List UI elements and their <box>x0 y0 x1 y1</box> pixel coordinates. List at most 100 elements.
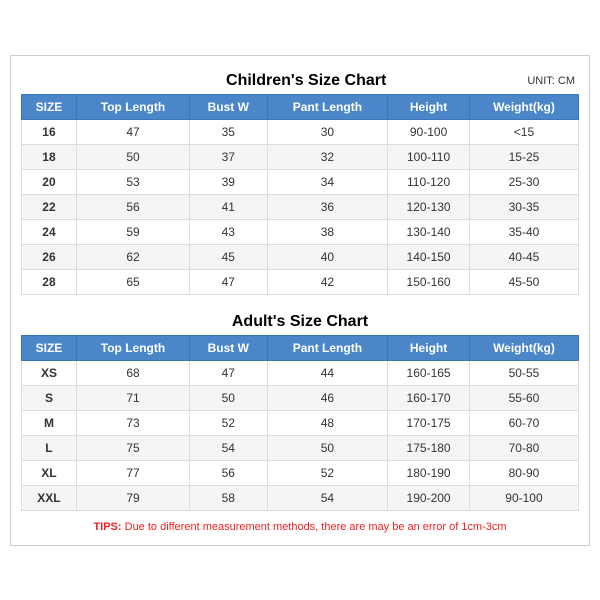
table-cell: 73 <box>76 410 189 435</box>
tips-text: Due to different measurement methods, th… <box>122 521 507 533</box>
unit-label: UNIT: CM <box>527 75 575 87</box>
table-cell: 100-110 <box>388 144 470 169</box>
table-row: M735248170-17560-70 <box>22 410 579 435</box>
table-cell: 77 <box>76 460 189 485</box>
table-row: S715046160-17055-60 <box>22 385 579 410</box>
table-cell: 60-70 <box>469 410 578 435</box>
table-cell: 71 <box>76 385 189 410</box>
adult-col-header: Height <box>388 335 470 360</box>
table-row: 22564136120-13030-35 <box>22 194 579 219</box>
table-cell: 55-60 <box>469 385 578 410</box>
table-cell: 44 <box>267 360 388 385</box>
table-cell: 80-90 <box>469 460 578 485</box>
adult-col-header: Bust W <box>190 335 268 360</box>
table-cell: 54 <box>190 435 268 460</box>
table-cell: 130-140 <box>388 219 470 244</box>
table-cell: 16 <box>22 119 77 144</box>
children-col-header: Pant Length <box>267 94 388 119</box>
table-cell: 47 <box>190 269 268 294</box>
table-cell: 68 <box>76 360 189 385</box>
adult-header-row: SIZETop LengthBust WPant LengthHeightWei… <box>22 335 579 360</box>
table-cell: 65 <box>76 269 189 294</box>
table-cell: <15 <box>469 119 578 144</box>
table-cell: 22 <box>22 194 77 219</box>
table-row: 26624540140-15040-45 <box>22 244 579 269</box>
table-cell: 28 <box>22 269 77 294</box>
table-row: 20533934110-12025-30 <box>22 169 579 194</box>
table-cell: 180-190 <box>388 460 470 485</box>
adult-title-row: Adult's Size Chart <box>21 307 579 335</box>
table-cell: 160-165 <box>388 360 470 385</box>
children-col-header: SIZE <box>22 94 77 119</box>
table-cell: 32 <box>267 144 388 169</box>
table-cell: XL <box>22 460 77 485</box>
table-cell: M <box>22 410 77 435</box>
table-cell: 39 <box>190 169 268 194</box>
table-cell: 38 <box>267 219 388 244</box>
table-cell: 30 <box>267 119 388 144</box>
table-cell: 50 <box>190 385 268 410</box>
table-cell: XS <box>22 360 77 385</box>
children-col-header: Height <box>388 94 470 119</box>
table-cell: 42 <box>267 269 388 294</box>
table-cell: 56 <box>76 194 189 219</box>
table-cell: 43 <box>190 219 268 244</box>
table-cell: 20 <box>22 169 77 194</box>
table-cell: 160-170 <box>388 385 470 410</box>
table-cell: 52 <box>190 410 268 435</box>
table-cell: 175-180 <box>388 435 470 460</box>
table-cell: 140-150 <box>388 244 470 269</box>
table-cell: 48 <box>267 410 388 435</box>
table-row: L755450175-18070-80 <box>22 435 579 460</box>
children-title-row: Children's Size Chart UNIT: CM <box>21 66 579 94</box>
adult-col-header: SIZE <box>22 335 77 360</box>
table-cell: 46 <box>267 385 388 410</box>
table-cell: L <box>22 435 77 460</box>
table-cell: 45-50 <box>469 269 578 294</box>
tips-row: TIPS: Due to different measurement metho… <box>21 515 579 535</box>
adult-col-header: Top Length <box>76 335 189 360</box>
table-cell: 36 <box>267 194 388 219</box>
table-row: XL775652180-19080-90 <box>22 460 579 485</box>
adult-size-table: SIZETop LengthBust WPant LengthHeightWei… <box>21 335 579 511</box>
table-cell: 40-45 <box>469 244 578 269</box>
table-cell: 75 <box>76 435 189 460</box>
children-col-header: Weight(kg) <box>469 94 578 119</box>
table-cell: 50-55 <box>469 360 578 385</box>
table-cell: 190-200 <box>388 485 470 510</box>
table-row: XS684744160-16550-55 <box>22 360 579 385</box>
table-cell: 34 <box>267 169 388 194</box>
table-cell: 47 <box>190 360 268 385</box>
tips-label: TIPS: <box>93 521 121 533</box>
size-chart-container: Children's Size Chart UNIT: CM SIZETop L… <box>10 55 590 546</box>
table-row: 1647353090-100<15 <box>22 119 579 144</box>
table-row: 18503732100-11015-25 <box>22 144 579 169</box>
children-chart-title: Children's Size Chart <box>85 72 527 90</box>
table-row: XXL795854190-20090-100 <box>22 485 579 510</box>
table-cell: 70-80 <box>469 435 578 460</box>
table-cell: 120-130 <box>388 194 470 219</box>
table-cell: 56 <box>190 460 268 485</box>
table-cell: 47 <box>76 119 189 144</box>
table-cell: XXL <box>22 485 77 510</box>
table-cell: 35-40 <box>469 219 578 244</box>
table-cell: 90-100 <box>388 119 470 144</box>
table-cell: 35 <box>190 119 268 144</box>
table-cell: 24 <box>22 219 77 244</box>
table-cell: 150-160 <box>388 269 470 294</box>
table-cell: 58 <box>190 485 268 510</box>
table-cell: 52 <box>267 460 388 485</box>
table-cell: 54 <box>267 485 388 510</box>
adult-chart-title: Adult's Size Chart <box>85 313 515 331</box>
adult-col-header: Pant Length <box>267 335 388 360</box>
table-cell: 110-120 <box>388 169 470 194</box>
children-col-header: Top Length <box>76 94 189 119</box>
table-cell: 90-100 <box>469 485 578 510</box>
table-cell: 79 <box>76 485 189 510</box>
children-header-row: SIZETop LengthBust WPant LengthHeightWei… <box>22 94 579 119</box>
children-col-header: Bust W <box>190 94 268 119</box>
table-cell: 62 <box>76 244 189 269</box>
table-cell: S <box>22 385 77 410</box>
children-size-table: SIZETop LengthBust WPant LengthHeightWei… <box>21 94 579 295</box>
table-cell: 15-25 <box>469 144 578 169</box>
